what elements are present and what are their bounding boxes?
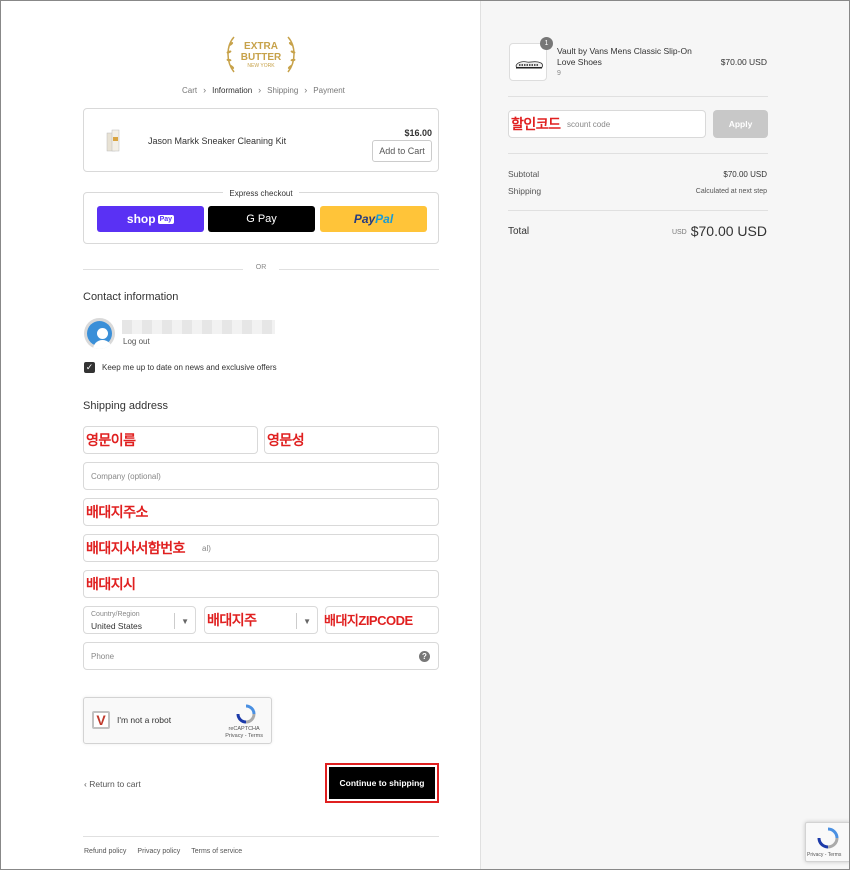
window-frame [0, 0, 850, 870]
